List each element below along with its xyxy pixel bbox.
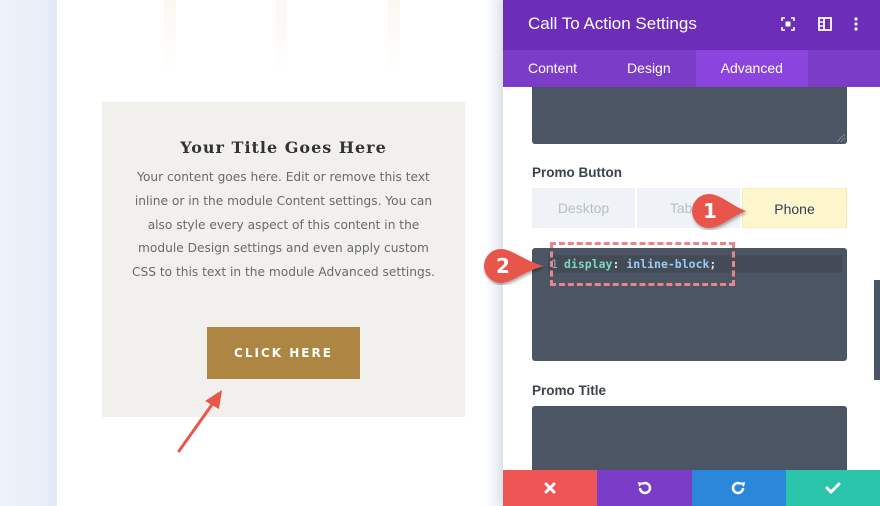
more-options-icon[interactable] <box>847 15 865 33</box>
css-value: inline-block <box>626 257 710 271</box>
settings-tabs: Content Design Advanced <box>503 50 880 87</box>
cta-body-text: Your content goes here. Edit or remove t… <box>132 170 435 280</box>
settings-panel: Call To Action Settings Content Design A… <box>503 0 880 506</box>
annotation-arrow-icon <box>177 390 222 453</box>
promo-title-label: Promo Title <box>532 383 607 398</box>
promo-button-label: Promo Button <box>532 165 622 180</box>
css-colon: : <box>612 257 627 271</box>
badge-2-text: 2 <box>496 254 510 278</box>
panel-body: Promo Button Desktop Tablet Phone 1 disp… <box>503 87 880 470</box>
resize-handle[interactable] <box>837 134 845 142</box>
cta-title: Your Title Goes Here <box>180 138 387 157</box>
redo-icon <box>731 481 745 495</box>
cta-click-here-button[interactable]: CLICK HERE <box>207 327 360 379</box>
undo-icon <box>638 481 652 495</box>
tab-advanced[interactable]: Advanced <box>695 50 808 87</box>
panel-footer <box>503 470 880 506</box>
check-icon <box>825 482 841 495</box>
decorative-streak <box>388 0 400 75</box>
undo-button[interactable] <box>597 470 692 506</box>
device-tab-desktop[interactable]: Desktop <box>532 188 635 228</box>
decorative-streak <box>275 0 287 75</box>
decorative-streak <box>164 0 176 75</box>
promo-button-css-editor[interactable]: 1 display: inline-block; <box>532 242 847 361</box>
promo-title-css-editor[interactable] <box>532 406 847 470</box>
panel-header: Call To Action Settings <box>503 0 880 50</box>
split-view-icon[interactable] <box>816 15 834 33</box>
save-button[interactable] <box>785 470 880 506</box>
css-code-editor-previous[interactable] <box>532 87 847 144</box>
badge-1-text: 1 <box>703 199 717 223</box>
close-icon <box>544 482 556 494</box>
annotation-badge-2: 2 <box>484 249 544 283</box>
page-gutter <box>0 0 57 506</box>
fullscreen-icon[interactable] <box>779 15 797 33</box>
code-line: 1 display: inline-block; <box>548 255 842 273</box>
code-text: display: inline-block; <box>564 255 716 273</box>
redo-button[interactable] <box>691 470 786 506</box>
css-semicolon: ; <box>709 257 717 271</box>
tab-content[interactable]: Content <box>503 50 602 87</box>
discard-button[interactable] <box>503 470 598 506</box>
panel-title: Call To Action Settings <box>528 14 697 33</box>
tab-design[interactable]: Design <box>602 50 696 87</box>
scrollbar[interactable] <box>874 280 880 380</box>
annotation-badge-1: 1 <box>692 194 746 228</box>
call-to-action-module[interactable]: Your Title Goes Here Your content goes h… <box>102 102 465 417</box>
line-number: 1 <box>551 257 558 271</box>
css-property: display <box>564 257 613 271</box>
